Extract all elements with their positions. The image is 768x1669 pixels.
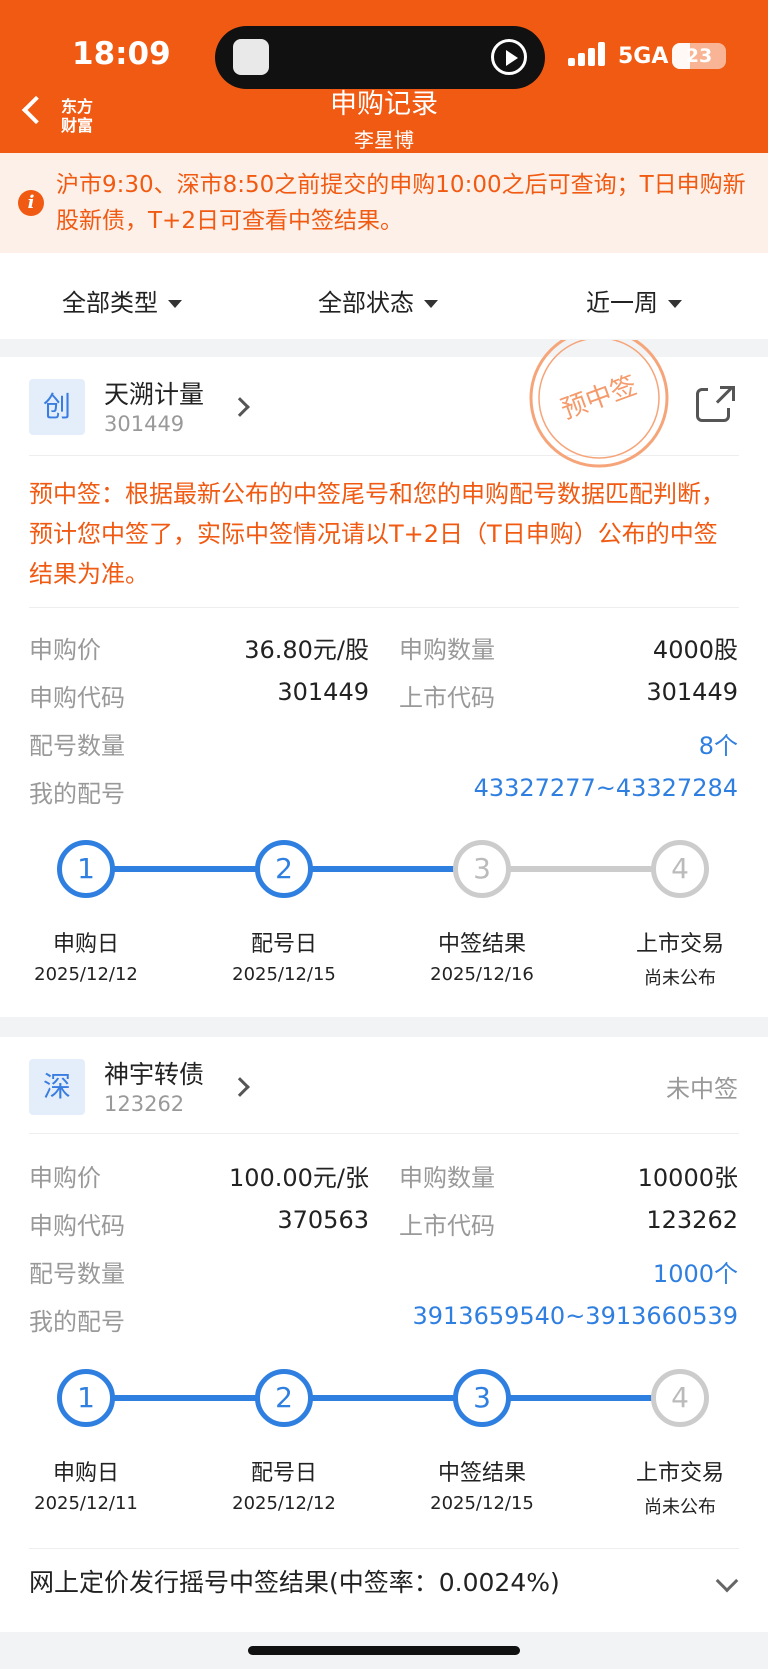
quantity-label: 申购数量 [399,636,495,664]
progress-line [112,1395,680,1401]
prewin-message: 预中签：根据最新公布的中签尾号和您的申购配号数据匹配判断，预计您中签了，实际中签… [29,480,725,588]
caret-down-icon [168,300,182,308]
prewin-stamp: 预中签 [529,340,669,468]
step-node: 2 [255,1369,313,1427]
battery-icon: 23 [672,43,726,69]
chevron-right-icon[interactable] [230,397,250,417]
step-date: 尚未公布 [644,968,716,989]
quantity-value: 10000张 [637,1164,738,1192]
step-label: 中签结果 [437,1461,526,1486]
caret-down-icon [668,300,682,308]
stamp-text: 预中签 [557,371,641,426]
chevron-right-icon[interactable] [230,1077,250,1097]
step-date: 2025/12/12 [232,1493,336,1514]
price-value: 36.80元/股 [244,636,369,664]
step-date: 尚未公布 [644,1497,716,1518]
security-code: 301449 [104,412,185,436]
app-header: 18:09 5GA 23 东方 财富 申购记录 李星博 [0,0,768,153]
filter-type[interactable]: 全部类型 [62,283,182,318]
media-thumbnail [233,39,269,75]
step-label: 配号日 [250,932,317,957]
alloc-count-value[interactable]: 8个 [699,726,738,761]
share-arrow-icon [708,384,735,408]
notice-text: 沪市9:30、深市8:50之前提交的申购10:00之后可查询；T日申购新股新债，… [56,172,746,234]
notice-banner: i 沪市9:30、深市8:50之前提交的申购10:00之后可查询；T日申购新股新… [0,153,768,253]
status-time: 18:09 [72,36,171,72]
step-node: 3 [453,1369,511,1427]
step-node: 1 [57,1369,115,1427]
account-name: 李星博 [354,128,414,152]
filter-status[interactable]: 全部状态 [318,283,438,318]
step-label: 申购日 [52,932,119,957]
alloc-count-label: 配号数量 [29,732,125,760]
alloc-count-label: 配号数量 [29,1260,125,1288]
price-label: 申购价 [29,1164,101,1192]
list-code-value: 301449 [646,678,738,706]
step-label: 配号日 [250,1461,317,1486]
step-node: 4 [651,1369,709,1427]
signal-icon [568,42,608,66]
step-label: 上市交易 [635,1461,724,1486]
board-badge: 创 [29,379,85,435]
filter-bar: 全部类型 全部状态 近一周 [0,253,768,339]
play-icon[interactable] [491,39,527,75]
security-name[interactable]: 天溯计量 [104,375,204,411]
step-date: 2025/12/16 [430,964,534,985]
page-title: 申购记录 [330,89,438,120]
quantity-label: 申购数量 [399,1164,495,1192]
list-code-value: 123262 [646,1206,738,1234]
step-node: 1 [57,840,115,898]
caret-down-icon [424,300,438,308]
step-node: 2 [255,840,313,898]
security-code: 123262 [104,1092,185,1116]
step-date: 2025/12/12 [34,964,138,985]
security-name[interactable]: 神宇转债 [104,1055,204,1091]
sub-code-label: 申购代码 [29,684,125,712]
step-node: 3 [453,840,511,898]
step-date: 2025/12/15 [430,1493,534,1514]
my-alloc-label: 我的配号 [29,780,125,808]
price-label: 申购价 [29,636,101,664]
step-node: 4 [651,840,709,898]
list-code-label: 上市代码 [399,684,495,712]
quantity-value: 4000股 [652,636,738,664]
network-type: 5GA [618,44,669,69]
price-value: 100.00元/张 [228,1164,369,1192]
lottery-result-summary[interactable]: 网上定价发行摇号中签结果(中签率：0.0024%) [29,1563,560,1599]
sub-code-value: 370563 [277,1206,369,1234]
dynamic-island [215,26,545,89]
step-label: 中签结果 [437,932,526,957]
step-date: 2025/12/11 [34,1493,138,1514]
battery-level: 23 [685,45,713,67]
my-alloc-value[interactable]: 43327277~43327284 [474,774,738,802]
sub-code-label: 申购代码 [29,1212,125,1240]
step-label: 上市交易 [635,932,724,957]
board-badge: 深 [29,1059,85,1115]
status-badge: 未中签 [666,1075,738,1103]
info-icon: i [18,190,44,216]
my-alloc-label: 我的配号 [29,1308,125,1336]
alloc-count-value[interactable]: 1000个 [653,1254,738,1289]
step-label: 申购日 [52,1461,119,1486]
my-alloc-value[interactable]: 3913659540~3913660539 [413,1302,739,1330]
filter-period[interactable]: 近一周 [586,283,682,318]
sub-code-value: 301449 [277,678,369,706]
home-indicator[interactable] [248,1646,520,1655]
list-code-label: 上市代码 [399,1212,495,1240]
step-date: 2025/12/15 [232,964,336,985]
